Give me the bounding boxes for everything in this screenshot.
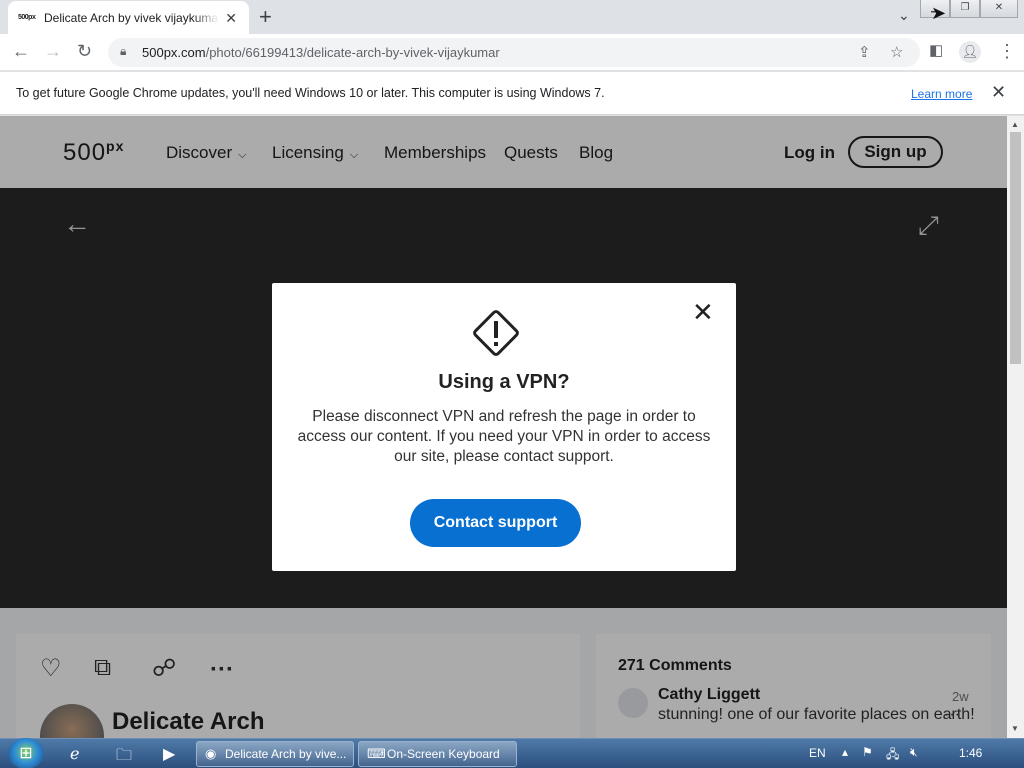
restore-button[interactable]: ❐ xyxy=(950,0,980,18)
show-hidden-icons-icon[interactable]: ▴ xyxy=(842,745,848,759)
taskbar-keyboard-label: On-Screen Keyboard xyxy=(387,747,500,761)
tab-title: Delicate Arch by vivek vijaykumar xyxy=(44,10,219,25)
address-bar[interactable]: 🔒︎ 500px.com/photo/66199413/delicate-arc… xyxy=(108,38,920,67)
network-icon[interactable]: 🖧︎ xyxy=(886,745,899,766)
back-icon[interactable]: ← xyxy=(12,41,30,62)
keyboard-icon: ⌨ xyxy=(367,746,386,761)
menu-dots-icon[interactable]: ⋮ xyxy=(998,41,1016,62)
taskbar-chrome-window[interactable]: ◉ Delicate Arch by vive... xyxy=(196,741,354,767)
forward-icon[interactable]: → xyxy=(44,41,62,62)
modal-close-icon[interactable]: ✕ xyxy=(692,299,714,325)
url-host: 500px.com xyxy=(142,45,206,60)
favicon-icon: 500px xyxy=(18,14,36,21)
infobar-close-icon[interactable]: ✕ xyxy=(991,82,1006,103)
browser-tab[interactable]: 500px Delicate Arch by vivek vijaykumar … xyxy=(8,1,249,34)
chrome-icon: ◉ xyxy=(205,746,217,761)
warning-diamond-icon xyxy=(473,310,519,356)
tab-strip: 500px Delicate Arch by vivek vijaykumar … xyxy=(0,0,1024,34)
update-infobar: To get future Google Chrome updates, you… xyxy=(0,72,1024,115)
side-panel-icon[interactable]: ◧ xyxy=(929,41,943,59)
new-tab-button[interactable]: + xyxy=(259,4,272,30)
media-player-icon[interactable]: ▶ xyxy=(163,744,175,764)
volume-muted-icon[interactable]: 🔇︎ xyxy=(910,745,918,760)
scroll-up-arrow-icon[interactable]: ▲ xyxy=(1011,120,1019,129)
language-indicator[interactable]: EN xyxy=(809,746,826,760)
page-viewport: 500px Discover ⌵ Licensing ⌵ Memberships Q… xyxy=(0,116,1007,738)
vpn-modal: ✕ Using a VPN? Please disconnect VPN and… xyxy=(272,283,736,571)
taskbar-keyboard-window[interactable]: ⌨ On-Screen Keyboard xyxy=(358,741,517,767)
scroll-thumb[interactable] xyxy=(1010,132,1021,364)
action-center-flag-icon[interactable]: ⚑ xyxy=(862,745,873,759)
tab-close-icon[interactable]: ✕ xyxy=(225,10,237,27)
file-explorer-icon[interactable]: 🗀︎ xyxy=(116,744,132,768)
scroll-down-arrow-icon[interactable]: ▼ xyxy=(1011,724,1019,733)
share-icon[interactable]: ⇪ xyxy=(858,43,871,61)
contact-support-button[interactable]: Contact support xyxy=(410,499,581,547)
modal-title: Using a VPN? xyxy=(438,371,570,393)
modal-message: Please disconnect VPN and refresh the pa… xyxy=(297,408,711,465)
windows-taskbar: ⊞ ℯ 🗀︎ ▶ ◉ Delicate Arch by vive... ⌨ On… xyxy=(0,738,1024,768)
infobar-message: To get future Google Chrome updates, you… xyxy=(16,86,605,100)
page-scrollbar[interactable]: ▲ ▼ xyxy=(1007,116,1024,738)
tab-search-chevron-icon[interactable]: ⌄ xyxy=(898,7,910,24)
profile-avatar-icon[interactable]: 👤︎ xyxy=(959,41,981,63)
url-path: /photo/66199413/delicate-arch-by-vivek-v… xyxy=(205,45,500,60)
url-text[interactable]: 500px.com/photo/66199413/delicate-arch-b… xyxy=(142,45,500,60)
browser-toolbar: ← → ↻ 🔒︎ 500px.com/photo/66199413/delica… xyxy=(0,34,1024,71)
bookmark-star-icon[interactable]: ☆ xyxy=(890,43,903,61)
mouse-cursor-icon: ➤ xyxy=(931,3,947,23)
start-button[interactable]: ⊞ xyxy=(8,738,44,768)
reload-icon[interactable]: ↻ xyxy=(77,41,92,62)
internet-explorer-icon[interactable]: ℯ xyxy=(70,744,79,764)
close-window-button[interactable]: ✕ xyxy=(980,0,1018,18)
clock[interactable]: 1:46 xyxy=(959,746,982,760)
learn-more-link[interactable]: Learn more xyxy=(911,87,972,101)
taskbar-chrome-label: Delicate Arch by vive... xyxy=(225,747,347,761)
lock-icon[interactable]: 🔒︎ xyxy=(120,44,126,59)
